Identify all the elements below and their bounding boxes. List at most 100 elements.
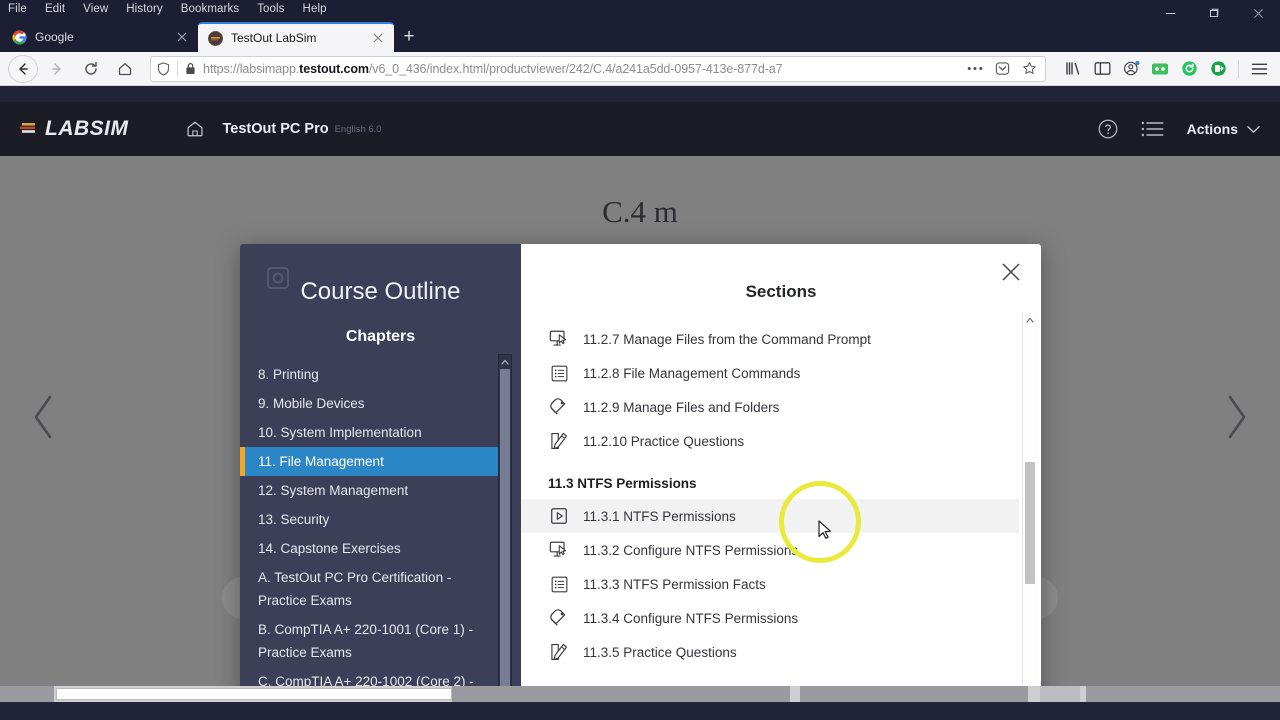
chapter-item[interactable]: 13. Security xyxy=(240,505,499,534)
chapter-item[interactable]: 14. Capstone Exercises xyxy=(240,534,499,563)
course-language: English 6.0 xyxy=(334,123,382,135)
sections-scroll-thumb[interactable] xyxy=(1025,462,1035,584)
section-item-label: 11.3.5 Practice Questions xyxy=(583,644,737,660)
menu-history[interactable]: History xyxy=(124,0,164,18)
back-button[interactable] xyxy=(8,55,38,83)
section-item-label: 11.3.2 Configure NTFS Permissions xyxy=(583,542,799,558)
actions-menu-button[interactable]: Actions xyxy=(1187,121,1260,137)
chapter-item[interactable]: 9. Mobile Devices xyxy=(240,389,499,418)
actions-label: Actions xyxy=(1186,121,1238,137)
section-item[interactable]: 11.2.10 Practice Questions xyxy=(521,424,1019,458)
section-item[interactable]: 11.2.7 Manage Files from the Command Pro… xyxy=(521,322,1019,356)
chapter-item-selected[interactable]: 11. File Management xyxy=(240,447,499,476)
fact-sheet-icon xyxy=(548,573,570,595)
menu-tools[interactable]: Tools xyxy=(255,0,286,18)
tab-testout-labsim-close-icon[interactable] xyxy=(370,30,386,46)
hscroll-track-c[interactable] xyxy=(1040,686,1080,702)
chapters-scroll-up-icon[interactable] xyxy=(499,355,511,369)
chapter-item-continuation[interactable]: Practice Exams xyxy=(240,641,499,667)
forward-button[interactable] xyxy=(42,55,72,83)
sync-icon[interactable] xyxy=(1176,56,1202,82)
pocket-icon[interactable] xyxy=(992,58,1012,80)
tab-google-close-icon[interactable] xyxy=(174,29,190,45)
url-text: https://labsimapp.testout.com/v6_0_436/i… xyxy=(203,62,958,76)
sections-scrollbar[interactable] xyxy=(1022,312,1037,702)
url-path: /v6_0_436/index.html/productviewer/242/C… xyxy=(368,61,783,76)
urlbar-divider xyxy=(177,60,178,77)
hscroll-thumb[interactable] xyxy=(56,688,452,700)
section-item-highlighted[interactable]: 11.3.1 NTFS Permissions xyxy=(521,499,1019,533)
browser-window: File Edit View History Bookmarks Tools H… xyxy=(0,0,1280,720)
hscroll-track-a[interactable] xyxy=(452,686,790,702)
section-item-label: 11.3.1 NTFS Permissions xyxy=(583,508,736,524)
labsim-logo-mark-icon xyxy=(20,120,42,138)
close-icon[interactable] xyxy=(997,258,1025,286)
tracking-protection-shield-icon[interactable] xyxy=(157,61,170,76)
section-item[interactable]: 11.3.2 Configure NTFS Permissions xyxy=(521,533,1019,567)
section-item[interactable]: 11.2.8 File Management Commands xyxy=(521,356,1019,390)
horizontal-scrollbar[interactable] xyxy=(0,686,1280,702)
section-item[interactable]: 11.3.3 NTFS Permission Facts xyxy=(521,567,1019,601)
chapter-item[interactable]: 10. System Implementation xyxy=(240,418,499,447)
menu-edit[interactable]: Edit xyxy=(43,0,67,18)
chevron-down-icon xyxy=(1247,121,1260,137)
tab-testout-labsim-label: TestOut LabSim xyxy=(231,31,317,45)
account-icon[interactable] xyxy=(1118,56,1144,82)
next-page-arrow[interactable] xyxy=(1214,387,1258,447)
address-bar[interactable]: https://labsimapp.testout.com/v6_0_436/i… xyxy=(150,55,1046,82)
menu-file[interactable]: File xyxy=(6,0,29,18)
app-viewport: LABSIM TestOut PC Pro English 6.0 Action… xyxy=(0,102,1280,702)
menu-bookmarks[interactable]: Bookmarks xyxy=(179,0,241,18)
menu-help[interactable]: Help xyxy=(301,0,329,18)
page-actions-icon[interactable] xyxy=(965,58,985,80)
labsim-logo[interactable]: LABSIM xyxy=(20,117,129,141)
tab-google[interactable]: Google xyxy=(2,22,198,52)
sidebar-icon[interactable] xyxy=(1089,56,1115,82)
browser-toolbar-icons xyxy=(1056,56,1272,82)
browser-navbar: https://labsimapp.testout.com/v6_0_436/i… xyxy=(0,52,1280,86)
hscroll-track-b[interactable] xyxy=(800,686,1028,702)
section-group-heading: 11.3 NTFS Permissions xyxy=(548,476,697,491)
previous-page-arrow[interactable] xyxy=(22,387,66,447)
chapter-item[interactable]: B. CompTIA A+ 220-1001 (Core 1) - xyxy=(240,615,499,641)
demo-icon xyxy=(548,396,570,418)
help-icon[interactable] xyxy=(1097,118,1119,140)
section-item-label: 11.2.10 Practice Questions xyxy=(583,433,745,449)
chapters-label: Chapters xyxy=(345,328,416,345)
lock-icon[interactable] xyxy=(185,62,196,75)
hscroll-track-d[interactable] xyxy=(1086,686,1280,702)
section-item[interactable]: 11.2.9 Manage Files and Folders xyxy=(521,390,1019,424)
labsim-favicon xyxy=(208,30,223,46)
chapters-scroll-thumb[interactable] xyxy=(500,369,510,693)
library-icon[interactable] xyxy=(1060,56,1086,82)
tab-google-label: Google xyxy=(35,30,74,44)
section-item[interactable]: 11.3.4 Configure NTFS Permissions xyxy=(521,601,1019,635)
chapter-item[interactable]: 8. Printing xyxy=(240,360,499,389)
home-icon[interactable] xyxy=(185,119,205,139)
header-actions: Actions xyxy=(1097,118,1260,140)
tab-testout-labsim[interactable]: TestOut LabSim xyxy=(198,22,394,52)
hscroll-left-track[interactable] xyxy=(0,686,54,702)
page-title: C.4 m xyxy=(602,194,678,229)
reload-button[interactable] xyxy=(76,55,106,83)
video-icon xyxy=(548,505,570,527)
new-tab-button[interactable]: + xyxy=(394,22,424,52)
chapter-item-continuation[interactable]: Practice Exams xyxy=(240,589,499,615)
chapter-item[interactable]: 12. System Management xyxy=(240,476,499,505)
section-item-label: 11.2.9 Manage Files and Folders xyxy=(583,399,780,415)
screenshot-icon[interactable] xyxy=(1147,56,1173,82)
section-item[interactable]: 11.3.5 Practice Questions xyxy=(521,635,1019,669)
extension-icon[interactable] xyxy=(1205,56,1231,82)
bookmark-star-icon[interactable] xyxy=(1019,58,1039,80)
sections-scroll-up-icon[interactable] xyxy=(1023,312,1037,327)
home-button[interactable] xyxy=(110,55,140,83)
section-item-label: 11.2.8 File Management Commands xyxy=(583,365,801,381)
section-item-label: 11.3.3 NTFS Permission Facts xyxy=(583,576,766,592)
fact-sheet-icon xyxy=(548,362,570,384)
menu-icon[interactable] xyxy=(1246,56,1272,82)
chapters-scrollbar[interactable] xyxy=(498,354,512,702)
chapter-item[interactable]: A. TestOut PC Pro Certification - xyxy=(240,563,499,589)
demo-icon xyxy=(548,607,570,629)
menu-view[interactable]: View xyxy=(81,0,110,18)
list-icon[interactable] xyxy=(1141,119,1165,139)
